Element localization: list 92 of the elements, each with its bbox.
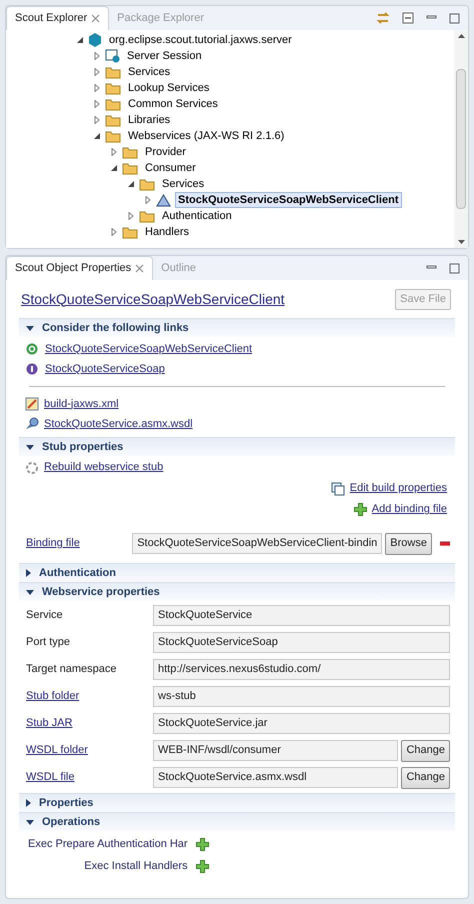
section-header[interactable]: Operations bbox=[19, 812, 455, 831]
tree-item[interactable]: Server Session bbox=[124, 48, 205, 64]
operation-label[interactable]: Exec Prepare Authentication Har bbox=[28, 836, 188, 852]
text-field[interactable]: http://services.nexus6studio.com/ bbox=[153, 659, 450, 680]
action-button[interactable]: Browse bbox=[385, 532, 432, 554]
link[interactable]: StockQuoteServiceSoap bbox=[45, 360, 165, 378]
folder-icon bbox=[122, 146, 138, 158]
text-field[interactable]: StockQuoteService.asmx.wsdl bbox=[153, 767, 398, 788]
tree-item[interactable]: Services bbox=[159, 176, 208, 192]
action-button[interactable]: Change bbox=[401, 740, 450, 762]
file-icon bbox=[25, 397, 39, 411]
collapsed-arrow-icon[interactable] bbox=[26, 799, 31, 807]
tree-item[interactable]: Services bbox=[125, 64, 174, 80]
link[interactable]: Add binding file bbox=[372, 501, 447, 518]
expanded-arrow-icon[interactable] bbox=[26, 326, 34, 330]
folder-icon bbox=[139, 178, 155, 190]
section-header[interactable]: Authentication bbox=[19, 563, 455, 582]
folder-icon bbox=[105, 114, 121, 126]
link[interactable]: WSDL file bbox=[26, 771, 74, 784]
folder-icon bbox=[122, 226, 138, 238]
triangle-icon bbox=[156, 194, 171, 206]
text-field[interactable]: StockQuoteService.jar bbox=[153, 713, 450, 734]
folder-icon bbox=[139, 210, 155, 222]
section-header[interactable]: Stub properties bbox=[19, 437, 455, 456]
link[interactable]: StockQuoteServiceSoapWebServiceClient bbox=[21, 288, 285, 310]
operation-label[interactable]: Exec Install Handlers bbox=[84, 858, 188, 874]
field-label: Target namespace bbox=[26, 663, 116, 676]
action-button[interactable]: Change bbox=[401, 766, 450, 788]
tree-item[interactable]: Consumer bbox=[142, 160, 199, 176]
tree-item[interactable]: Authentication bbox=[159, 208, 235, 224]
expanded-arrow-icon[interactable] bbox=[93, 132, 101, 140]
folder-icon bbox=[122, 162, 138, 174]
globe-icon bbox=[25, 417, 39, 431]
text-field[interactable]: WEB-INF/wsdl/consumer bbox=[153, 740, 398, 761]
view-tab[interactable]: Scout Object Properties bbox=[6, 256, 154, 280]
link[interactable]: Stub folder bbox=[26, 690, 80, 702]
link[interactable]: Stub JAR bbox=[26, 717, 72, 730]
section-header[interactable]: Properties bbox=[19, 793, 455, 812]
link[interactable]: Edit build properties bbox=[350, 480, 447, 497]
plus-icon[interactable] bbox=[354, 503, 367, 516]
refresh-icon bbox=[25, 460, 39, 474]
tree-item[interactable]: Libraries bbox=[125, 112, 174, 128]
class-icon bbox=[26, 343, 38, 355]
folder-icon bbox=[105, 130, 121, 142]
edit-icon bbox=[330, 482, 345, 496]
tree-item[interactable]: StockQuoteServiceSoapWebServiceClient bbox=[175, 192, 402, 208]
text-field[interactable]: StockQuoteService bbox=[153, 605, 450, 626]
link[interactable]: WSDL folder bbox=[26, 744, 88, 756]
view-tab[interactable]: Scout Explorer bbox=[6, 6, 110, 30]
collapse-all-icon[interactable] bbox=[402, 12, 414, 24]
scroll-up-icon[interactable] bbox=[458, 34, 464, 38]
expanded-arrow-icon[interactable] bbox=[26, 590, 34, 594]
link[interactable]: build-jaxws.xml bbox=[44, 396, 119, 412]
link[interactable]: StockQuoteService.asmx.wsdl bbox=[44, 416, 193, 432]
expanded-arrow-icon[interactable] bbox=[76, 36, 84, 44]
section-header[interactable]: Consider the following links bbox=[19, 318, 455, 337]
hexagon-icon bbox=[88, 33, 102, 47]
window-icon bbox=[105, 49, 120, 63]
field-label: Port type bbox=[26, 636, 70, 648]
expanded-arrow-icon[interactable] bbox=[26, 820, 34, 824]
tree-item[interactable]: Lookup Services bbox=[125, 80, 212, 96]
tree-item[interactable]: Handlers bbox=[142, 224, 192, 240]
section-header[interactable]: Webservice properties bbox=[19, 582, 455, 601]
close-icon[interactable] bbox=[135, 264, 144, 273]
text-field[interactable]: StockQuoteServiceSoapWebServiceClient-bindin bbox=[132, 533, 382, 554]
folder-icon bbox=[105, 66, 121, 78]
remove-icon[interactable] bbox=[440, 540, 450, 546]
plus-icon[interactable] bbox=[196, 838, 209, 850]
link[interactable]: Binding file bbox=[26, 537, 80, 550]
close-icon[interactable] bbox=[91, 14, 100, 23]
scrollbar[interactable] bbox=[454, 30, 468, 248]
expanded-arrow-icon[interactable] bbox=[127, 180, 135, 188]
text-field[interactable]: ws-stub bbox=[153, 686, 450, 707]
tree-item[interactable]: Webservices (JAX-WS RI 2.1.6) bbox=[125, 128, 288, 144]
field-label: Service bbox=[26, 609, 63, 622]
folder-icon bbox=[105, 98, 121, 110]
maximize-icon[interactable] bbox=[449, 12, 460, 24]
text-field[interactable]: StockQuoteServiceSoap bbox=[153, 632, 450, 653]
folder-icon bbox=[105, 82, 121, 94]
tree-item[interactable]: Provider bbox=[142, 144, 189, 160]
collapsed-arrow-icon[interactable] bbox=[26, 569, 31, 577]
expanded-arrow-icon[interactable] bbox=[26, 444, 34, 450]
link[interactable]: StockQuoteServiceSoapWebServiceClient bbox=[45, 340, 252, 358]
tree-item[interactable]: org.eclipse.scout.tutorial.jaxws.server bbox=[106, 32, 295, 48]
link[interactable]: Rebuild webservice stub bbox=[44, 459, 164, 476]
interface-icon bbox=[26, 363, 38, 375]
tree-item[interactable]: Common Services bbox=[125, 96, 221, 112]
scroll-down-icon[interactable] bbox=[458, 240, 464, 244]
expanded-arrow-icon[interactable] bbox=[110, 164, 118, 172]
plus-icon[interactable] bbox=[196, 860, 209, 872]
maximize-icon[interactable] bbox=[449, 262, 460, 274]
scroll-thumb[interactable] bbox=[456, 69, 466, 209]
